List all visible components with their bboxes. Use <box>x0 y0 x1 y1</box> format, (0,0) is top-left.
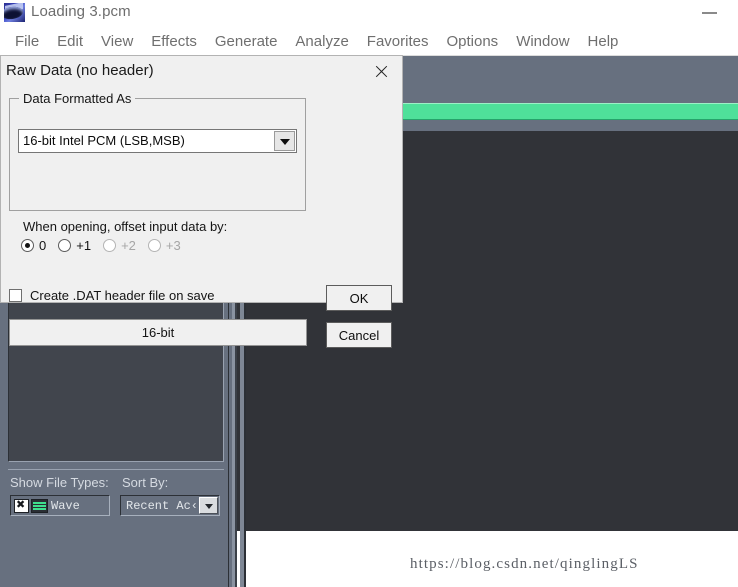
offset-instruction-label: When opening, offset input data by: <box>23 219 228 234</box>
bitdepth-button[interactable]: 16-bit <box>9 319 307 346</box>
sort-by-dropdown[interactable]: Recent Ac‹ <box>120 495 220 516</box>
data-formatted-as-group <box>9 98 306 211</box>
menu-item-effects[interactable]: Effects <box>142 33 206 50</box>
radio-indicator-icon <box>147 239 161 252</box>
waveform-icon <box>31 498 48 513</box>
file-list[interactable] <box>8 278 224 462</box>
dialog-title-bar: Raw Data (no header) <box>1 56 402 90</box>
minimize-button[interactable] <box>690 0 730 27</box>
cancel-button-label: Cancel <box>338 327 380 343</box>
menu-item-options[interactable]: Options <box>437 33 507 50</box>
menu-item-generate[interactable]: Generate <box>206 33 287 50</box>
data-formatted-as-label: Data Formatted As <box>19 91 136 106</box>
menu-item-edit[interactable]: Edit <box>48 33 92 50</box>
menu-item-window[interactable]: Window <box>507 33 578 50</box>
file-type-dropdown[interactable]: Wave <box>10 495 110 516</box>
sort-by-value: Recent Ac‹ <box>126 498 198 513</box>
close-icon[interactable] <box>361 56 402 88</box>
menu-bar: File Edit View Effects Generate Analyze … <box>0 27 738 56</box>
minimize-icon <box>702 12 717 14</box>
ok-button-label: OK <box>349 290 369 306</box>
watermark-text: https://blog.csdn.net/qinglingLS <box>410 556 639 572</box>
offset-radio-group: 0 +1 +2 +3 <box>21 238 193 253</box>
raw-data-dialog: Raw Data (no header) Data Formatted As 1… <box>0 55 403 348</box>
offset-radio-plus3-label: +3 <box>165 238 181 253</box>
menu-item-view[interactable]: View <box>92 33 142 50</box>
window-title: Loading 3.pcm <box>31 3 131 20</box>
sort-by-label: Sort By: <box>122 475 169 490</box>
menu-item-favorites[interactable]: Favorites <box>358 33 438 50</box>
radio-indicator-icon <box>21 239 34 252</box>
create-dat-header-label: Create .DAT header file on save <box>30 288 215 303</box>
menu-item-file[interactable]: File <box>6 33 48 50</box>
close-x-icon <box>14 498 29 513</box>
offset-radio-0-label: 0 <box>39 238 47 253</box>
create-dat-header-checkbox[interactable]: Create .DAT header file on save <box>9 288 215 303</box>
show-file-types-label: Show File Types: <box>10 475 109 490</box>
bitdepth-button-label: 16-bit <box>141 325 175 340</box>
radio-indicator-icon <box>58 239 72 252</box>
menu-item-help[interactable]: Help <box>579 33 628 50</box>
ok-button[interactable]: OK <box>326 285 392 311</box>
offset-radio-plus1[interactable]: +1 <box>58 238 91 253</box>
data-format-dropdown[interactable]: 16-bit Intel PCM (LSB,MSB) <box>18 129 297 153</box>
offset-radio-plus1-label: +1 <box>76 238 92 253</box>
offset-radio-plus3: +3 <box>147 238 181 253</box>
radio-indicator-icon <box>103 239 117 252</box>
checkbox-indicator-icon <box>9 289 22 302</box>
cool-edit-logo-icon <box>4 3 25 22</box>
menu-item-analyze[interactable]: Analyze <box>286 33 357 50</box>
file-type-value: Wave <box>51 498 80 513</box>
offset-radio-plus2: +2 <box>103 238 136 253</box>
chevron-down-icon[interactable] <box>274 131 295 151</box>
offset-radio-0[interactable]: 0 <box>21 238 46 253</box>
file-panel-divider <box>8 469 224 470</box>
chevron-down-icon[interactable] <box>199 497 218 514</box>
dialog-title: Raw Data (no header) <box>6 62 154 79</box>
offset-radio-plus2-label: +2 <box>121 238 136 253</box>
cancel-button[interactable]: Cancel <box>326 322 392 348</box>
title-bar: Loading 3.pcm <box>0 0 738 27</box>
data-format-value: 16-bit Intel PCM (LSB,MSB) <box>23 133 185 148</box>
application-window: Loading 3.pcm File Edit View Effects Gen… <box>0 0 738 587</box>
